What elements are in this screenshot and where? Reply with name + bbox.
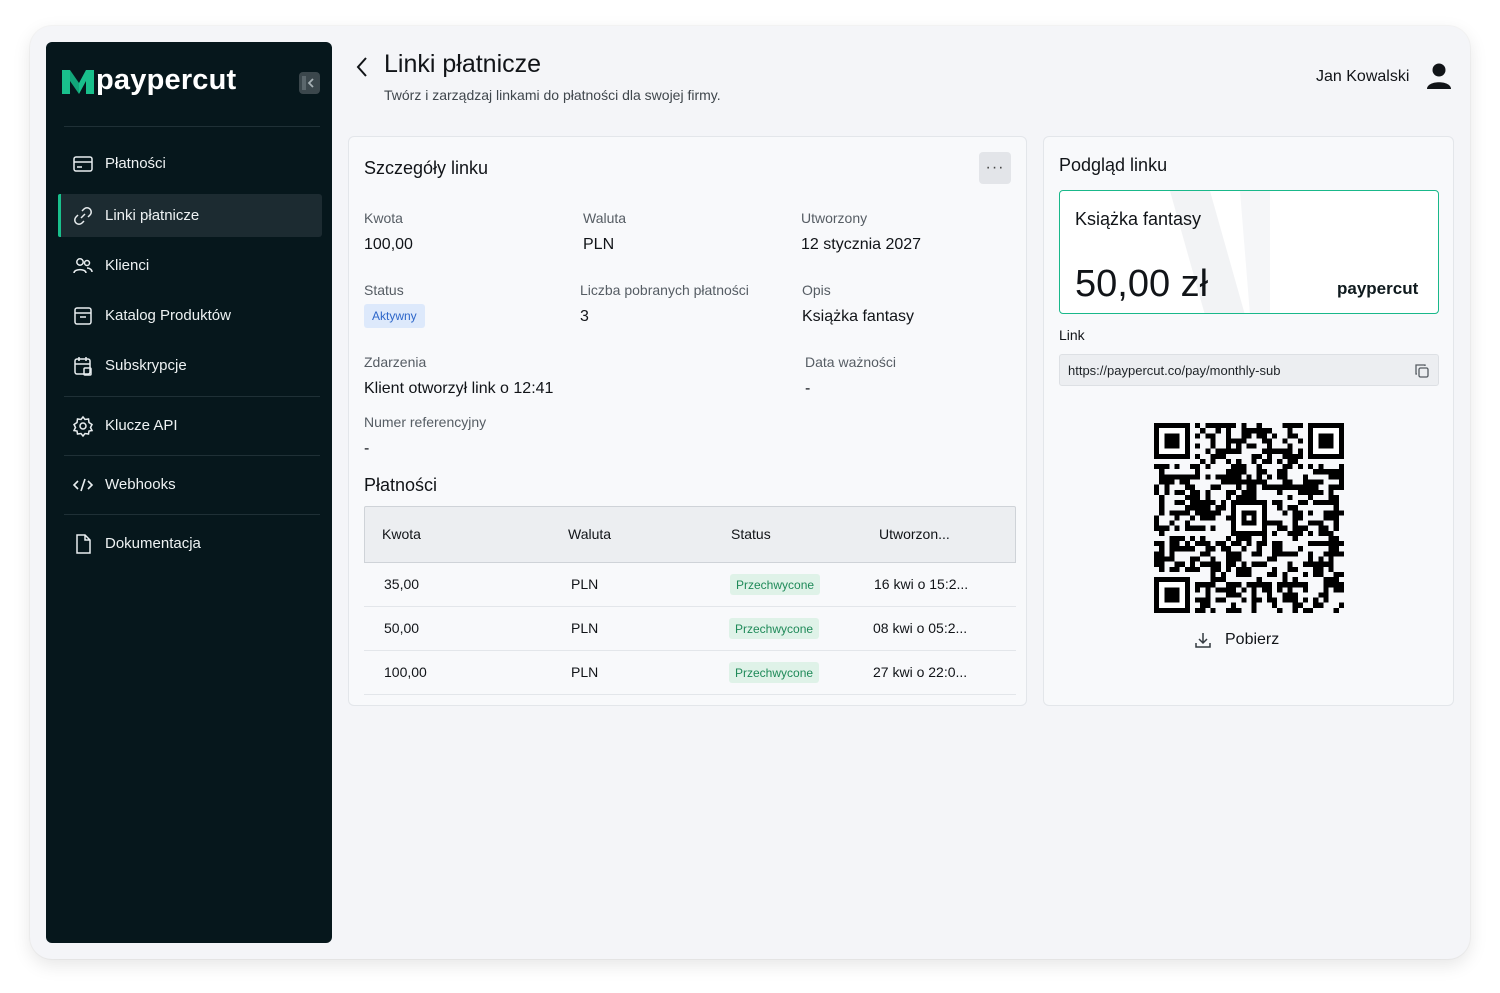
sidebar-item-label: Subskrypcje	[105, 357, 187, 374]
row-created: 08 kwi o 05:2...	[873, 620, 968, 636]
sidebar-item-label: Linki płatnicze	[105, 207, 200, 224]
download-button[interactable]: Pobierz	[1194, 629, 1324, 655]
gear-icon	[72, 415, 94, 437]
sidebar-item-catalog[interactable]: Katalog Produktów	[58, 294, 322, 337]
brand-name: paypercut	[96, 64, 237, 96]
status-badge: Przechwycone	[729, 662, 820, 683]
row-currency: PLN	[571, 576, 599, 592]
sidebar-item-api-keys[interactable]: Klucze API	[58, 404, 322, 447]
sidebar-item-label: Dokumentacja	[105, 535, 201, 552]
sidebar: paypercut Płatności Linki płatnicze Klie…	[46, 42, 332, 943]
archive-icon	[74, 307, 92, 325]
users-icon	[73, 258, 93, 274]
link-url: https://paypercut.co/pay/monthly-sub	[1068, 363, 1281, 378]
amount-label: Kwota	[364, 210, 403, 226]
expiry-value: -	[805, 380, 811, 397]
table-header: Kwota Waluta Status Utworzon...	[364, 506, 1016, 563]
back-arrow-icon[interactable]	[352, 54, 374, 80]
row-created: 27 kwi o 22:0...	[873, 664, 968, 680]
payments-section-title: Płatności	[364, 475, 438, 495]
sidebar-item-label: Klienci	[105, 257, 150, 274]
status-badge: Przechwycone	[729, 618, 820, 639]
payment-preview: Książka fantasy 50,00 zł paypercut	[1059, 190, 1439, 314]
preview-amount: 50,00 zł	[1075, 263, 1209, 305]
sidebar-item-payments[interactable]: Płatności	[58, 142, 322, 185]
status-badge: Aktywny	[364, 304, 425, 328]
sidebar-divider	[64, 455, 320, 456]
user-avatar-icon[interactable]	[1426, 62, 1452, 90]
sidebar-item-subscriptions[interactable]: Subskrypcje	[58, 344, 322, 387]
payments-table: Kwota Waluta Status Utworzon... 35,00 PL…	[364, 506, 1016, 695]
preview-brand-logo: paypercut	[1337, 279, 1419, 298]
page-subtitle: Twórz i zarządzaj linkami do płatności d…	[384, 87, 721, 103]
link-preview-card: Podgląd linku Książka fantasy 50,00 zł p…	[1043, 136, 1454, 706]
reference-label: Numer referencyjny	[364, 414, 487, 430]
preview-product-name: Książka fantasy	[1075, 209, 1202, 229]
column-header-created[interactable]: Utworzon...	[879, 526, 950, 542]
collapse-sidebar-button[interactable]	[299, 72, 320, 94]
sidebar-divider	[64, 396, 320, 397]
more-options-button[interactable]: ···	[979, 152, 1011, 184]
row-amount: 100,00	[384, 664, 427, 680]
sidebar-item-clients[interactable]: Klienci	[58, 244, 322, 287]
events-label: Zdarzenia	[364, 354, 427, 370]
card-title: Szczegóły linku	[364, 158, 489, 178]
collected-value: 3	[580, 308, 589, 325]
row-amount: 35,00	[384, 576, 420, 592]
description-label: Opis	[802, 282, 831, 298]
currency-value: PLN	[583, 236, 615, 253]
sidebar-item-label: Klucze API	[105, 417, 178, 434]
card-icon	[73, 156, 93, 172]
sidebar-item-webhooks[interactable]: Webhooks	[58, 463, 322, 506]
reference-value: -	[364, 440, 370, 457]
document-icon	[76, 534, 91, 554]
link-url-field[interactable]: https://paypercut.co/pay/monthly-sub	[1059, 354, 1439, 386]
app-window: paypercut Płatności Linki płatnicze Klie…	[30, 26, 1470, 959]
user-name[interactable]: Jan Kowalski	[1316, 68, 1409, 86]
card-title: Podgląd linku	[1059, 155, 1168, 175]
amount-value: 100,00	[364, 236, 413, 253]
link-label: Link	[1059, 327, 1085, 343]
sidebar-divider	[64, 126, 320, 127]
sidebar-item-label: Webhooks	[105, 476, 176, 493]
expiry-label: Data ważności	[805, 354, 897, 370]
sidebar-item-label: Katalog Produktów	[105, 307, 231, 324]
table-row[interactable]: 50,00 PLN Przechwycone 08 kwi o 05:2...	[364, 607, 1016, 651]
created-label: Utworzony	[801, 210, 868, 226]
qr-code	[1154, 423, 1344, 613]
sidebar-item-payment-links[interactable]: Linki płatnicze	[58, 194, 322, 237]
column-header-amount[interactable]: Kwota	[382, 526, 421, 542]
collected-label: Liczba pobranych płatności	[580, 282, 749, 298]
status-badge: Przechwycone	[730, 574, 821, 595]
row-currency: PLN	[571, 620, 599, 636]
events-value: Klient otworzył link o 12:41	[364, 380, 554, 397]
download-icon	[1195, 633, 1211, 648]
description-value: Książka fantasy	[802, 308, 915, 325]
download-label: Pobierz	[1225, 631, 1280, 648]
column-header-status[interactable]: Status	[731, 526, 771, 542]
sidebar-divider	[64, 514, 320, 515]
sidebar-item-label: Płatności	[105, 155, 166, 172]
column-header-currency[interactable]: Waluta	[568, 526, 611, 542]
page-title: Linki płatnicze	[384, 50, 542, 78]
sidebar-item-documentation[interactable]: Dokumentacja	[58, 522, 322, 565]
copy-icon[interactable]	[1414, 363, 1430, 379]
link-icon	[74, 207, 92, 225]
currency-label: Waluta	[583, 210, 627, 226]
status-label: Status	[364, 282, 404, 298]
logo-mark-icon	[62, 70, 94, 94]
table-row[interactable]: 35,00 PLN Przechwycone 16 kwi o 15:2...	[364, 563, 1016, 607]
brand-logo: paypercut	[62, 64, 320, 100]
row-amount: 50,00	[384, 620, 420, 636]
code-icon	[72, 478, 94, 492]
row-currency: PLN	[571, 664, 599, 680]
calendar-icon	[74, 357, 92, 376]
row-created: 16 kwi o 15:2...	[874, 576, 969, 592]
more-icon: ···	[985, 159, 1005, 176]
table-row[interactable]: 100,00 PLN Przechwycone 27 kwi o 22:0...	[364, 651, 1016, 695]
collapse-icon	[302, 76, 314, 90]
link-details-card: Szczegóły linku ··· Kwota 100,00 Waluta …	[348, 136, 1027, 706]
created-value: 12 stycznia 2027	[801, 236, 922, 253]
